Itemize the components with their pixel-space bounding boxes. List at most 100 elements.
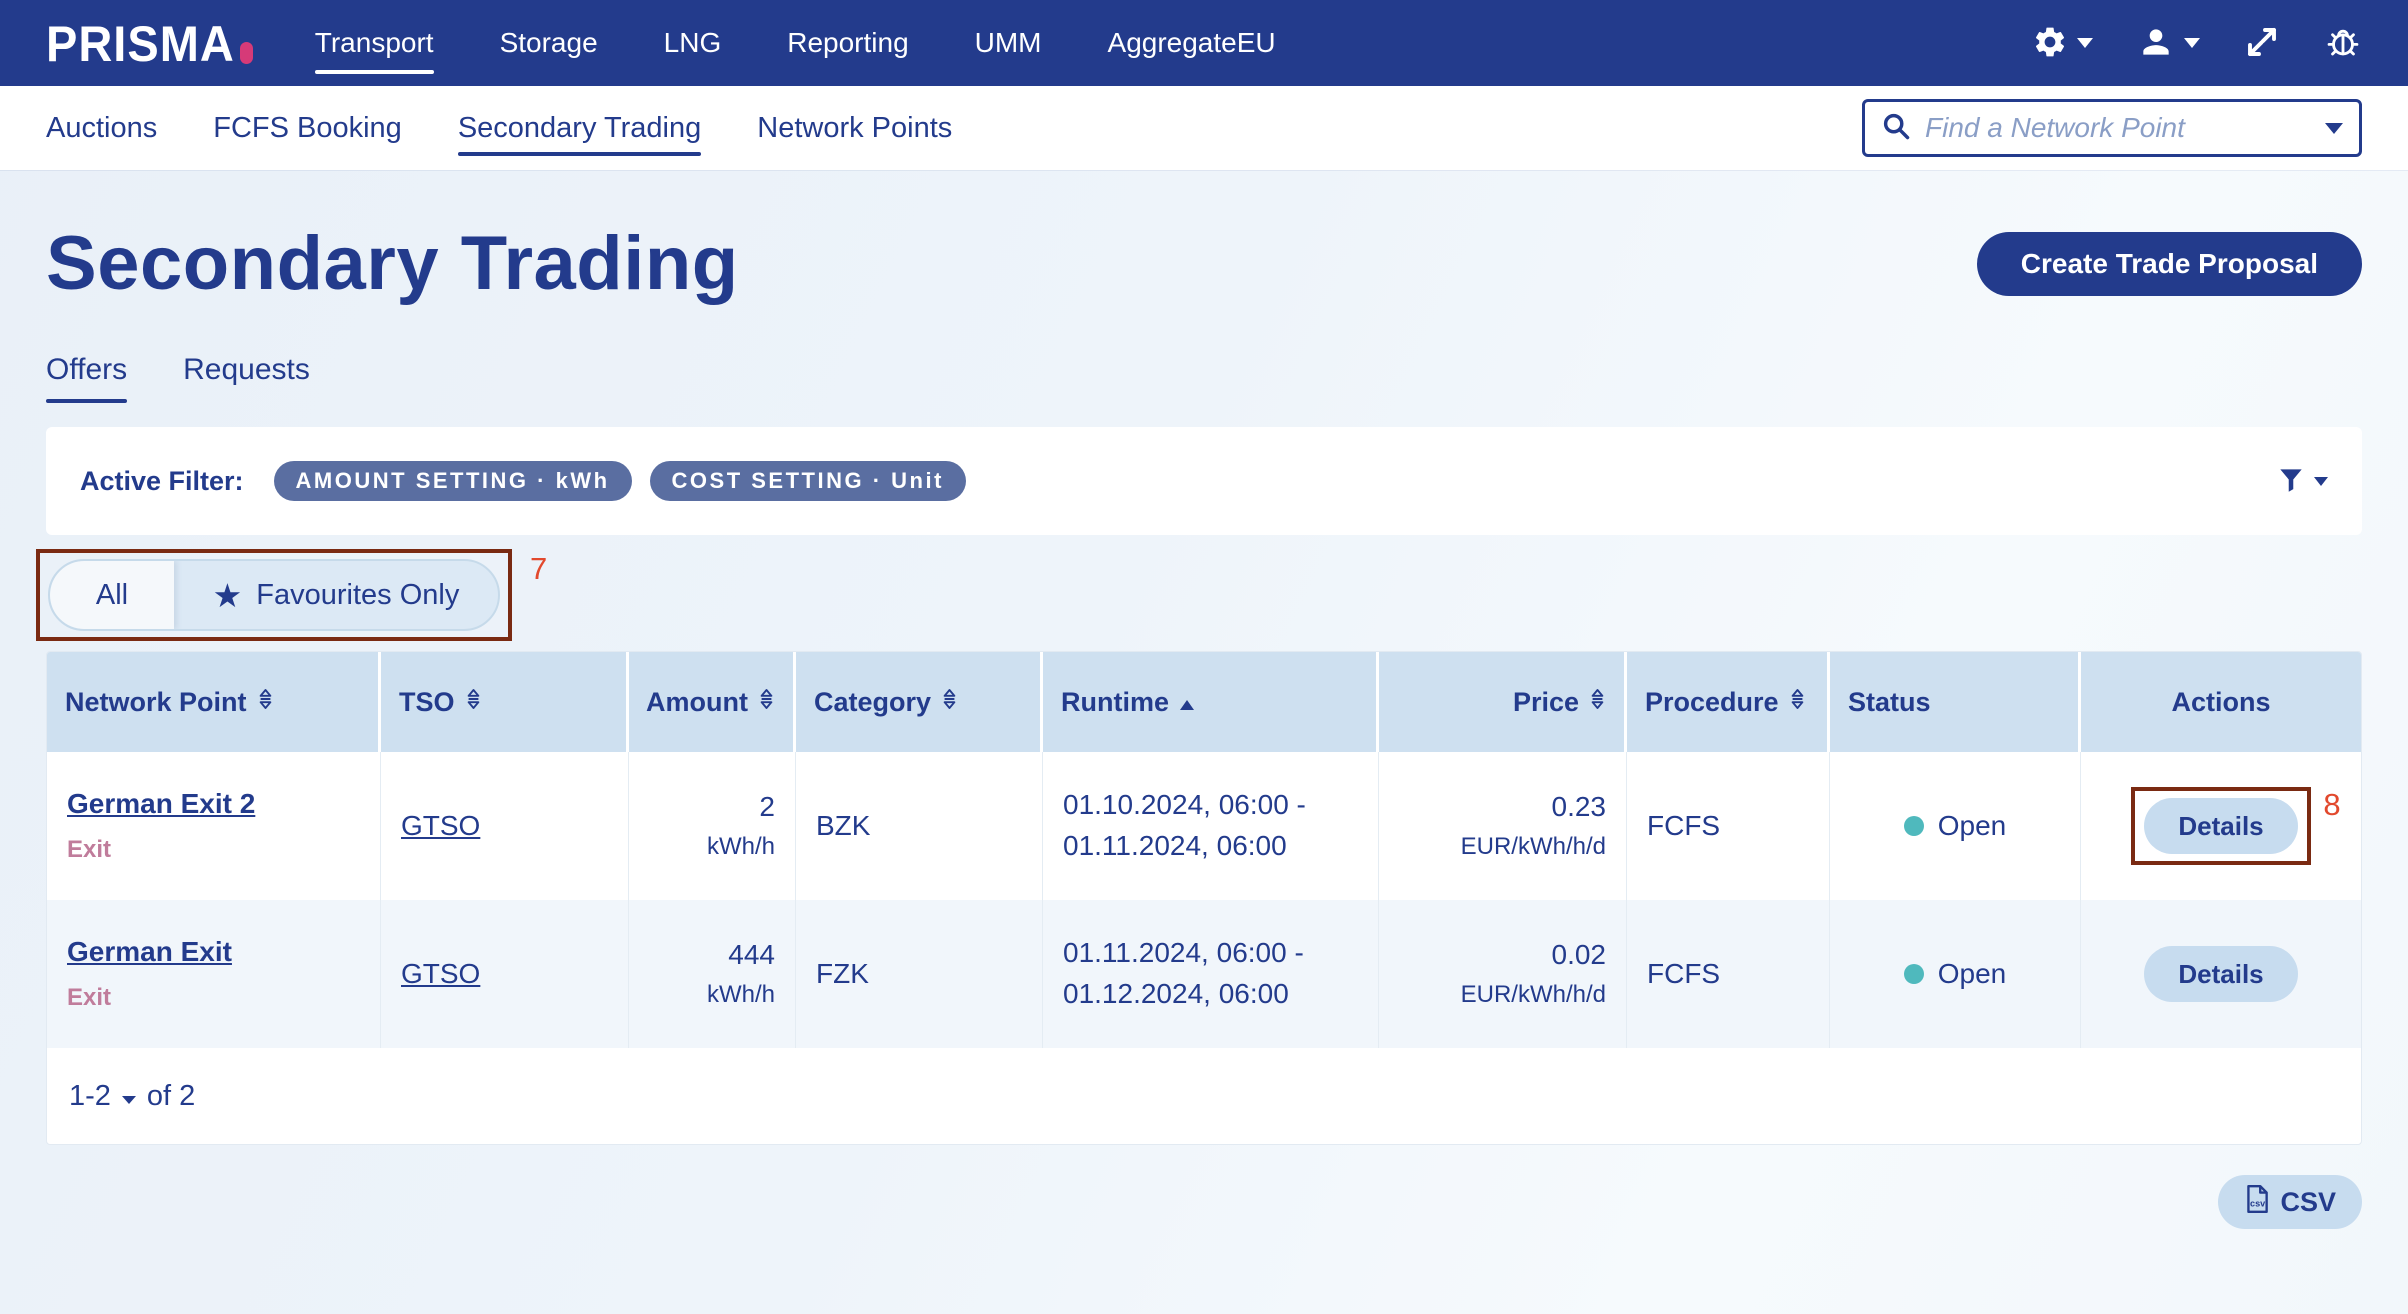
favourites-toggle-row: All ★ Favourites Only 7 <box>46 549 2362 641</box>
runtime-cell: 01.11.2024, 06:00 - 01.12.2024, 06:00 <box>1043 900 1379 1048</box>
favourites-toggle[interactable]: All ★ Favourites Only <box>48 559 500 631</box>
topnav-item-umm[interactable]: UMM <box>975 0 1042 86</box>
amount-cell: 2 kWh/h <box>629 752 796 900</box>
annotation-box-7: All ★ Favourites Only <box>36 549 512 641</box>
account-menu-button[interactable] <box>2137 23 2200 64</box>
column-header-actions: Actions <box>2081 652 2361 752</box>
subnav-item-fcfs-booking[interactable]: FCFS Booking <box>213 86 402 170</box>
funnel-icon <box>2275 464 2307 499</box>
status-label: Open <box>1938 810 2007 842</box>
column-header-amount[interactable]: Amount <box>629 652 796 752</box>
sort-both-icon <box>1589 687 1606 718</box>
page-total-label: of 2 <box>147 1080 195 1113</box>
direction-label: Exit <box>67 836 360 864</box>
topnav-item-storage[interactable]: Storage <box>500 0 598 86</box>
sort-both-icon <box>941 687 958 718</box>
network-point-cell: German Exit Exit <box>47 900 381 1048</box>
toggle-option-favourites-only[interactable]: ★ Favourites Only <box>174 561 498 629</box>
chevron-down-icon <box>121 1080 137 1113</box>
sort-ascending-icon <box>1179 687 1195 718</box>
tso-link[interactable]: GTSO <box>401 958 480 989</box>
filter-menu-button[interactable] <box>2275 464 2328 499</box>
tab-offers[interactable]: Offers <box>46 353 127 403</box>
subnav-item-network-points[interactable]: Network Points <box>757 86 952 170</box>
bug-icon <box>2324 23 2362 64</box>
settings-menu-button[interactable] <box>2032 24 2093 63</box>
toggle-option-all[interactable]: All <box>50 561 174 629</box>
tso-cell: GTSO <box>381 752 629 900</box>
column-header-status: Status <box>1830 652 2081 752</box>
status-open-dot-icon <box>1904 816 1924 836</box>
runtime-start: 01.11.2024, 06:00 - <box>1063 933 1358 974</box>
bug-report-button[interactable] <box>2324 23 2362 64</box>
page-range-selector[interactable]: 1-2 <box>69 1080 137 1113</box>
transport-sub-navigation: Auctions FCFS Booking Secondary Trading … <box>0 86 2408 170</box>
column-header-tso[interactable]: TSO <box>381 652 629 752</box>
sort-both-icon <box>257 687 274 718</box>
tso-cell: GTSO <box>381 900 629 1048</box>
category-cell: BZK <box>796 752 1043 900</box>
create-trade-proposal-button[interactable]: Create Trade Proposal <box>1977 232 2362 296</box>
page-range-value: 1-2 <box>69 1080 111 1113</box>
price-unit: EUR/kWh/h/d <box>1461 833 1606 861</box>
chevron-down-icon <box>2184 38 2200 48</box>
column-header-price[interactable]: Price <box>1379 652 1627 752</box>
runtime-end: 01.12.2024, 06:00 <box>1063 974 1358 1015</box>
category-cell: FZK <box>796 900 1043 1048</box>
category-value: BZK <box>816 810 1022 842</box>
gear-icon <box>2032 24 2068 63</box>
topnav-icons <box>2032 23 2362 64</box>
details-button[interactable]: Details <box>2144 946 2297 1002</box>
prisma-logo-text: PRISMA <box>46 14 235 72</box>
status-cell: Open <box>1830 900 2081 1048</box>
fullscreen-button[interactable] <box>2244 24 2280 63</box>
procedure-value: FCFS <box>1647 958 1809 990</box>
chevron-down-icon <box>2077 38 2093 48</box>
amount-unit: kWh/h <box>707 833 775 861</box>
tab-requests[interactable]: Requests <box>183 353 310 403</box>
tso-link[interactable]: GTSO <box>401 810 480 841</box>
status-cell: Open <box>1830 752 2081 900</box>
actions-cell: Details <box>2081 900 2361 1048</box>
column-header-network-point[interactable]: Network Point <box>47 652 381 752</box>
details-button[interactable]: Details <box>2144 798 2297 854</box>
table-row: German Exit Exit GTSO 444 kWh/h FZK 01.1… <box>47 900 2361 1048</box>
column-header-procedure[interactable]: Procedure <box>1627 652 1830 752</box>
main-content: Secondary Trading Create Trade Proposal … <box>0 220 2408 1229</box>
filter-chip-cost-setting[interactable]: COST SETTING · Unit <box>650 461 966 501</box>
offers-requests-tabs: Offers Requests <box>46 353 2362 403</box>
svg-text:csv: csv <box>2251 1198 2267 1208</box>
price-value: 0.02 <box>1552 939 1607 971</box>
page-title: Secondary Trading <box>46 220 739 307</box>
price-value: 0.23 <box>1552 791 1607 823</box>
prisma-logo[interactable]: PRISMA <box>46 16 253 71</box>
export-csv-button[interactable]: csv CSV <box>2218 1175 2362 1229</box>
table-header-row: Network Point TSO Amount Category Runtim… <box>47 652 2361 752</box>
csv-label: CSV <box>2280 1187 2336 1218</box>
annotation-number-8: 8 <box>2323 787 2340 823</box>
filter-chip-amount-setting[interactable]: AMOUNT SETTING · kWh <box>274 461 632 501</box>
search-input[interactable] <box>1925 112 2311 144</box>
network-point-link[interactable]: German Exit <box>67 936 232 967</box>
sort-both-icon <box>465 687 482 718</box>
topnav-menu: Transport Storage LNG Reporting UMM Aggr… <box>315 0 1276 86</box>
amount-unit: kWh/h <box>707 981 775 1009</box>
chevron-down-icon[interactable] <box>2325 123 2343 134</box>
subnav-item-auctions[interactable]: Auctions <box>46 86 157 170</box>
procedure-cell: FCFS <box>1627 900 1830 1048</box>
network-point-link[interactable]: German Exit 2 <box>67 788 255 819</box>
column-header-runtime[interactable]: Runtime <box>1043 652 1379 752</box>
user-icon <box>2137 23 2175 64</box>
network-point-cell: German Exit 2 Exit <box>47 752 381 900</box>
subnav-item-secondary-trading[interactable]: Secondary Trading <box>458 86 701 170</box>
annotation-number-7: 7 <box>530 551 547 587</box>
runtime-end: 01.11.2024, 06:00 <box>1063 826 1358 867</box>
topnav-item-reporting[interactable]: Reporting <box>787 0 908 86</box>
amount-value: 2 <box>759 791 775 823</box>
topnav-item-lng[interactable]: LNG <box>664 0 722 86</box>
network-point-search[interactable] <box>1862 99 2362 157</box>
status-open-dot-icon <box>1904 964 1924 984</box>
column-header-category[interactable]: Category <box>796 652 1043 752</box>
topnav-item-aggregateeu[interactable]: AggregateEU <box>1108 0 1276 86</box>
topnav-item-transport[interactable]: Transport <box>315 0 434 86</box>
